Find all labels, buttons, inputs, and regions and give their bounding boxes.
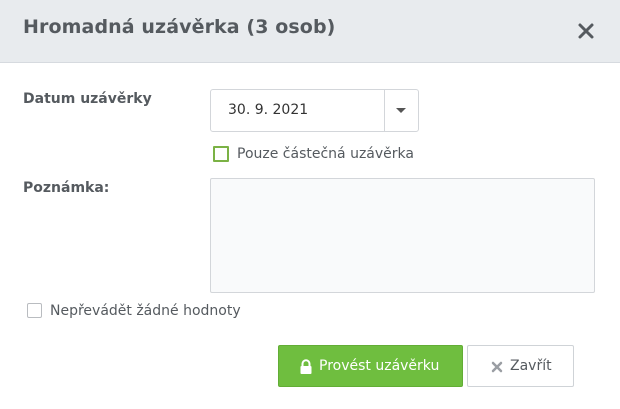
lock-icon (300, 359, 312, 374)
partial-closing-checkbox[interactable] (213, 146, 229, 162)
chevron-down-icon (396, 108, 406, 113)
close-dialog-button[interactable] (574, 19, 598, 43)
close-button[interactable]: Zavřít (467, 345, 574, 387)
dialog-title: Hromadná uzávěrka (3 osob) (23, 16, 336, 38)
closing-dialog: Hromadná uzávěrka (3 osob) Datum uzávěrk… (0, 0, 620, 409)
close-icon (491, 361, 503, 373)
dialog-header: Hromadná uzávěrka (3 osob) (0, 0, 620, 63)
date-label: Datum uzávěrky (23, 91, 152, 107)
no-transfer-label[interactable]: Nepřevádět žádné hodnoty (50, 303, 241, 319)
note-label: Poznámka: (23, 180, 110, 196)
submit-closing-button[interactable]: Provést uzávěrku (278, 345, 463, 387)
close-button-label: Zavřít (510, 358, 552, 374)
close-icon (578, 23, 594, 39)
date-select[interactable]: 30. 9. 2021 (210, 89, 419, 132)
partial-closing-label[interactable]: Pouze částečná uzávěrka (237, 146, 414, 162)
note-textarea[interactable] (210, 178, 595, 293)
no-transfer-checkbox[interactable] (27, 303, 42, 318)
date-dropdown-toggle[interactable] (384, 90, 418, 131)
date-value: 30. 9. 2021 (228, 102, 309, 118)
submit-closing-label: Provést uzávěrku (319, 358, 440, 374)
